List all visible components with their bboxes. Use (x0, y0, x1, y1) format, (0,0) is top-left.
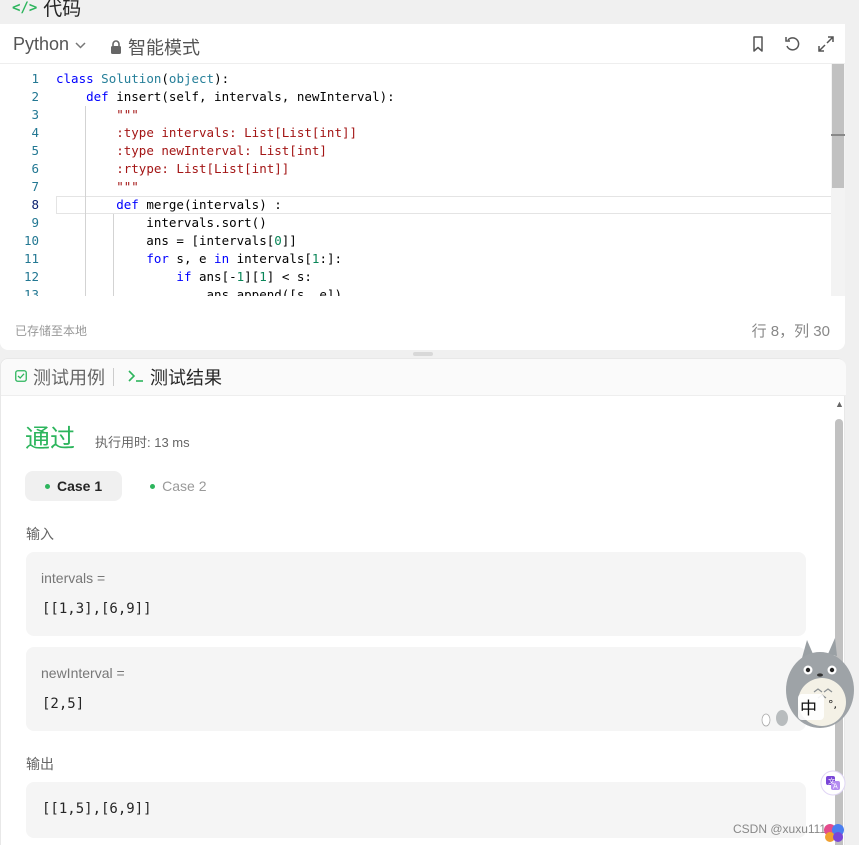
code-text: :type newInterval: List[int] (116, 143, 327, 158)
code-text: ans.append([s, e]) (56, 287, 342, 296)
editor-toolbar: Python 智能模式 (0, 24, 845, 64)
code-text: """ (116, 107, 139, 122)
code-text: def merge(intervals) : (116, 197, 282, 212)
code-line[interactable]: 3 """ (0, 106, 831, 124)
line-number: 2 (31, 89, 39, 104)
svg-text:A: A (833, 783, 838, 791)
input-key: intervals = (41, 570, 106, 586)
svg-text:°,: °, (828, 698, 837, 711)
line-number: 10 (23, 233, 39, 248)
bookmark-icon[interactable] (749, 35, 767, 53)
input-value[interactable]: [2,5] (42, 696, 84, 712)
cursor-position: 行 8，列 30 (751, 323, 830, 340)
editor-actions (749, 35, 835, 53)
totoro-mascot[interactable]: 中 °, (758, 636, 858, 732)
status-dot (150, 483, 156, 489)
runtime-text: 执行用时: 13 ms (95, 435, 190, 450)
code-editor-panel: Python 智能模式 1 class Solution(object): 2 … (0, 24, 845, 350)
case-tab-1[interactable]: Case 1 (25, 471, 123, 501)
input-box: intervals = [[1,3],[6,9]] (26, 552, 806, 636)
input-box: newInterval = [2,5] (26, 647, 806, 731)
case-tab-label: Case 2 (162, 478, 207, 494)
input-key: newInterval = (41, 665, 125, 681)
language-select[interactable]: Python (13, 34, 86, 55)
scroll-up-arrow[interactable]: ▲ (835, 399, 844, 409)
result-panel: 测试用例 测试结果 通过 执行用时: 13 ms Case 1 Case 2 输… (0, 358, 846, 845)
status-dot (45, 483, 50, 489)
output-box: [[1,5],[6,9]] (26, 782, 806, 838)
translate-icon[interactable]: 文A (820, 770, 846, 796)
save-status: 已存储至本地 (15, 324, 88, 338)
code-text: for s, e in intervals[1:]: (146, 251, 343, 266)
input-value[interactable]: [[1,3],[6,9]] (42, 601, 152, 617)
code-panel-title: </> 代码 (12, 0, 81, 21)
code-line[interactable]: 13 ans.append([s, e]) (0, 286, 831, 296)
terminal-icon (128, 369, 144, 385)
reset-icon[interactable] (783, 35, 801, 53)
line-number: 13 (23, 287, 39, 296)
code-icon: </> (12, 0, 38, 16)
case-tabs: Case 1 Case 2 (25, 471, 227, 501)
code-line[interactable]: 6 :rtype: List[List[int]] (0, 160, 831, 178)
code-text: intervals.sort() (56, 215, 267, 230)
scrollbar-cursor-marker (831, 134, 845, 136)
case-tab-label: Case 1 (57, 478, 103, 494)
editor-scrollbar[interactable] (831, 64, 845, 296)
mode-indicator[interactable]: 智能模式 (110, 34, 200, 60)
line-number: 8 (31, 197, 39, 212)
tab-testcase-label: 测试用例 (33, 368, 105, 388)
code-text: if ans[-1][1] < s: (176, 269, 312, 284)
line-number: 4 (31, 125, 39, 140)
code-line[interactable]: 10 ans = [intervals[0]] (0, 232, 831, 250)
editor-scrollbar-thumb[interactable] (832, 64, 844, 188)
watermark: CSDN @xuxu1116 (733, 822, 833, 836)
language-label: Python (13, 34, 70, 54)
mascot-text: 中 (800, 699, 817, 719)
code-line[interactable]: 7 """ (0, 178, 831, 196)
code-line[interactable]: 11 for s, e in intervals[1:]: (0, 250, 831, 268)
code-line[interactable]: 8 def merge(intervals) : (0, 196, 831, 214)
code-line[interactable]: 4 :type intervals: List[List[int]] (0, 124, 831, 142)
output-value[interactable]: [[1,5],[6,9]] (42, 801, 152, 817)
code-line[interactable]: 2 def insert(self, intervals, newInterva… (0, 88, 831, 106)
result-status: 通过 (25, 425, 76, 453)
fullscreen-icon[interactable] (817, 35, 835, 53)
lock-icon (110, 39, 122, 55)
code-text: :rtype: List[List[int]] (116, 161, 290, 176)
chevron-down-icon (75, 40, 86, 52)
code-panel-title-label: 代码 (43, 0, 82, 20)
line-number: 6 (31, 161, 39, 176)
panel-resize-handle[interactable] (413, 352, 433, 356)
mode-label: 智能模式 (128, 38, 200, 58)
code-text: class Solution(object): (56, 71, 230, 86)
checkbox-icon (15, 369, 27, 385)
code-text: """ (116, 179, 139, 194)
case-tab-2[interactable]: Case 2 (130, 471, 226, 501)
line-number: 7 (31, 179, 39, 194)
line-number: 11 (23, 251, 39, 266)
code-line[interactable]: 1 class Solution(object): (0, 70, 831, 88)
code-line[interactable]: 12 if ans[-1][1] < s: (0, 268, 831, 286)
top-strip: </> 代码 (0, 0, 859, 24)
code-line[interactable]: 9 intervals.sort() (0, 214, 831, 232)
line-number: 9 (31, 215, 39, 230)
code-line[interactable]: 5 :type newInterval: List[int] (0, 142, 831, 160)
tab-test-result-label: 测试结果 (150, 368, 222, 388)
tab-test-result[interactable]: 测试结果 (114, 359, 222, 396)
line-number: 5 (31, 143, 39, 158)
input-label: 输入 (26, 526, 54, 542)
tab-testcase[interactable]: 测试用例 (1, 359, 105, 396)
line-number: 1 (31, 71, 39, 86)
code-editor[interactable]: 1 class Solution(object): 2 def insert(sel… (0, 70, 831, 296)
output-label: 输出 (26, 756, 54, 772)
result-summary: 通过 执行用时: 13 ms (25, 419, 190, 455)
code-text: :type intervals: List[List[int]] (116, 125, 358, 140)
line-number: 12 (23, 269, 39, 284)
result-tabs: 测试用例 测试结果 (1, 359, 846, 396)
line-number: 3 (31, 107, 39, 122)
code-text: def insert(self, intervals, newInterval)… (86, 89, 395, 104)
brain-icon[interactable] (822, 820, 846, 844)
code-text: ans = [intervals[0]] (56, 233, 297, 248)
